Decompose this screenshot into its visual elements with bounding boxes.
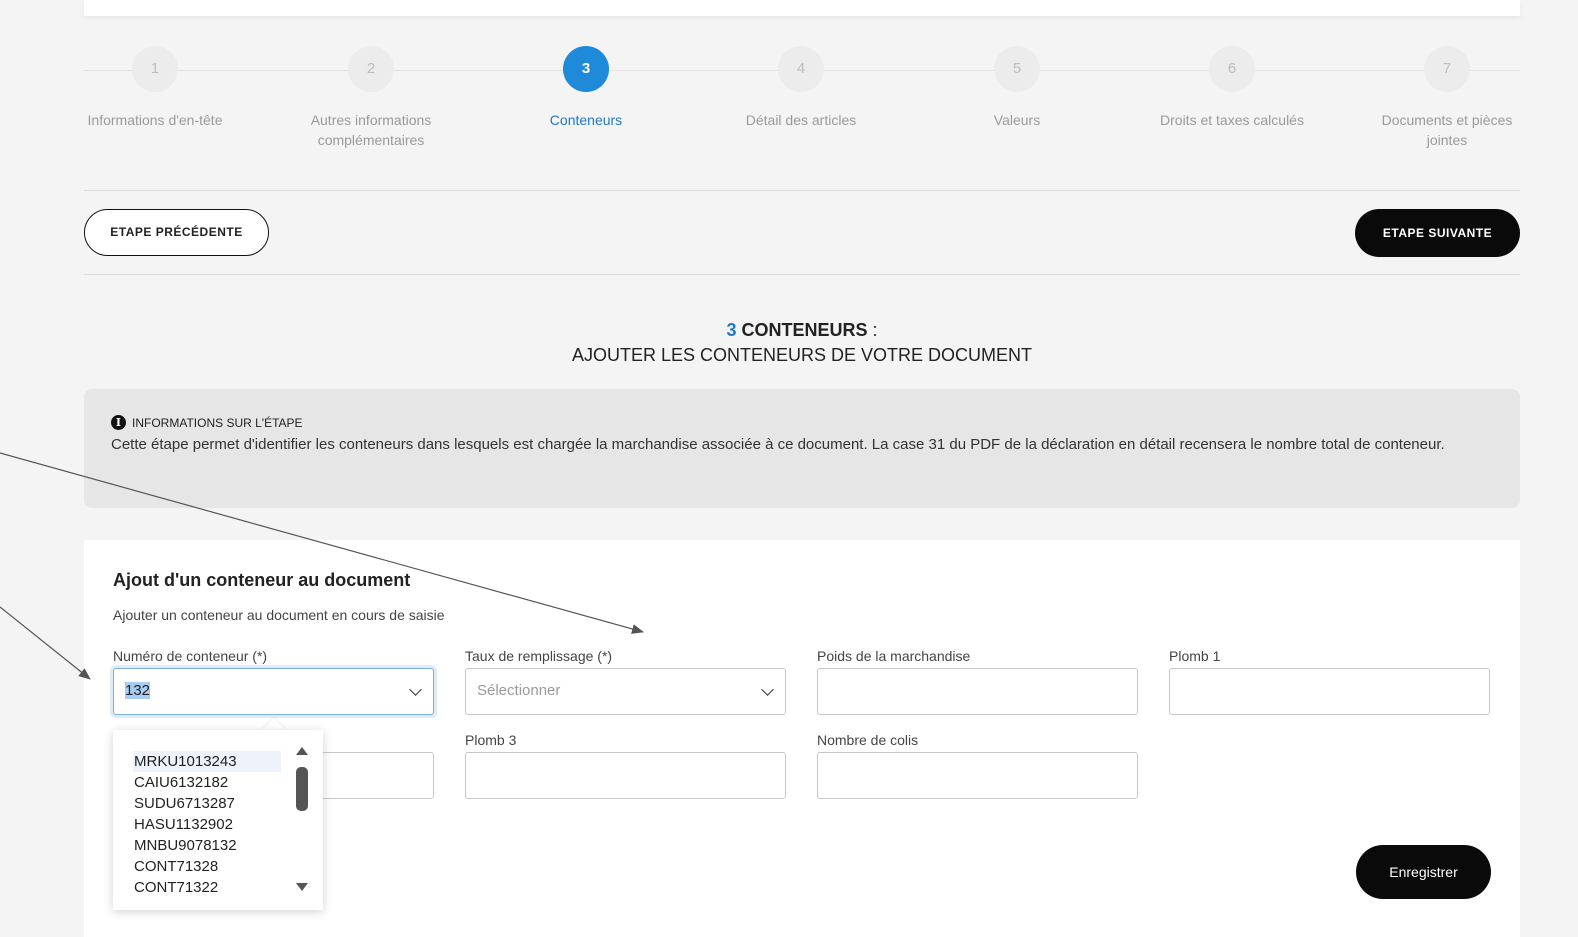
step-label: Valeurs (993, 112, 1041, 128)
fill-rate-label: Taux de remplissage (*) (465, 648, 613, 664)
step-7[interactable]: 7 Documents et pièces jointes (1372, 46, 1522, 150)
section-title: 3 CONTENEURS : AJOUTER LES CONTENEURS DE… (84, 318, 1520, 368)
step-2[interactable]: 2 Autres informations complémentaires (296, 46, 446, 150)
container-number-label: Numéro de conteneur (*) (113, 648, 268, 664)
step-label: Informations d'en-tête (87, 112, 223, 128)
next-step-button[interactable]: ETAPE SUIVANTE (1355, 209, 1520, 257)
step-label: Droits et taxes calculés (1160, 112, 1304, 128)
suggestion-item[interactable]: MNBU9078132 (133, 835, 281, 856)
info-heading-row: i INFORMATIONS SUR L'ÉTAPE (111, 415, 1493, 430)
step-label: Documents et pièces jointes (1381, 112, 1513, 148)
top-card (84, 0, 1520, 16)
chevron-down-icon[interactable] (761, 683, 774, 696)
suggestion-list: MRKU1013243 CAIU6132182 SUDU6713287 HASU… (133, 751, 281, 898)
step-number: 3 (563, 46, 609, 92)
step-label: Conteneurs (549, 112, 623, 128)
step-label: Détail des articles (745, 112, 857, 128)
step-5[interactable]: 5 Valeurs (942, 46, 1092, 130)
divider (84, 190, 1520, 191)
stepper: 1 Informations d'en-tête 2 Autres inform… (84, 46, 1520, 156)
seal3-label: Plomb 3 (465, 732, 517, 748)
info-text: Cette étape permet d'identifier les cont… (111, 436, 1445, 453)
step-6[interactable]: 6 Droits et taxes calculés (1157, 46, 1307, 130)
suggestion-item[interactable]: SUDU6713287 (133, 793, 281, 814)
section-heading: CONTENEURS (741, 320, 868, 340)
info-heading: INFORMATIONS SUR L'ÉTAPE (132, 415, 303, 430)
section-subtitle: AJOUTER LES CONTENEURS DE VOTRE DOCUMENT (571, 345, 1033, 365)
suggestion-item[interactable]: CAIU6132182 (133, 772, 281, 793)
info-icon: i (111, 415, 126, 430)
chevron-down-icon[interactable] (409, 683, 422, 696)
step-number: 2 (348, 46, 394, 92)
step-1[interactable]: 1 Informations d'en-tête (80, 46, 230, 130)
scroll-up-arrow-icon[interactable] (296, 747, 308, 755)
form-subtitle: Ajouter un conteneur au document en cour… (113, 607, 445, 623)
step-number: 1 (132, 46, 178, 92)
seal1-label: Plomb 1 (1169, 648, 1221, 664)
scrollbar-thumb[interactable] (296, 767, 308, 811)
dropdown-notch (262, 718, 286, 730)
step-3[interactable]: 3 Conteneurs (511, 46, 661, 130)
packages-label: Nombre de colis (817, 732, 919, 748)
container-number-value[interactable]: 132 (125, 682, 151, 699)
seal3-input[interactable] (465, 752, 786, 799)
info-box: i INFORMATIONS SUR L'ÉTAPE Cette étape p… (84, 389, 1520, 508)
container-number-combobox[interactable]: 132 (113, 668, 434, 715)
fill-rate-select[interactable]: Sélectionner (465, 668, 786, 715)
divider (84, 274, 1520, 275)
suggestion-item[interactable]: CONT71328 (133, 856, 281, 877)
suggestion-item[interactable]: HASU1132902 (133, 814, 281, 835)
step-number: 5 (994, 46, 1040, 92)
weight-input[interactable] (817, 668, 1138, 715)
previous-step-button[interactable]: ETAPE PRÉCÉDENTE (84, 209, 269, 256)
step-label: Autres informations complémentaires (310, 112, 432, 148)
save-button[interactable]: Enregistrer (1356, 845, 1491, 899)
step-number: 7 (1424, 46, 1470, 92)
form-title: Ajout d'un conteneur au document (113, 570, 411, 590)
step-number: 6 (1209, 46, 1255, 92)
section-number: 3 (726, 320, 737, 340)
suggestion-item[interactable]: CONT71322 (133, 877, 281, 898)
annotation-arrow-container-number (0, 606, 91, 680)
container-suggestions-dropdown[interactable]: MRKU1013243 CAIU6132182 SUDU6713287 HASU… (113, 730, 323, 910)
seal1-input[interactable] (1169, 668, 1490, 715)
weight-label: Poids de la marchandise (817, 648, 971, 664)
packages-input[interactable] (817, 752, 1138, 799)
step-4[interactable]: 4 Détail des articles (726, 46, 876, 130)
step-number: 4 (778, 46, 824, 92)
suggestion-item[interactable]: MRKU1013243 (133, 751, 281, 772)
section-colon: : (867, 320, 878, 340)
fill-rate-placeholder: Sélectionner (477, 682, 561, 699)
scroll-down-arrow-icon[interactable] (296, 883, 308, 891)
